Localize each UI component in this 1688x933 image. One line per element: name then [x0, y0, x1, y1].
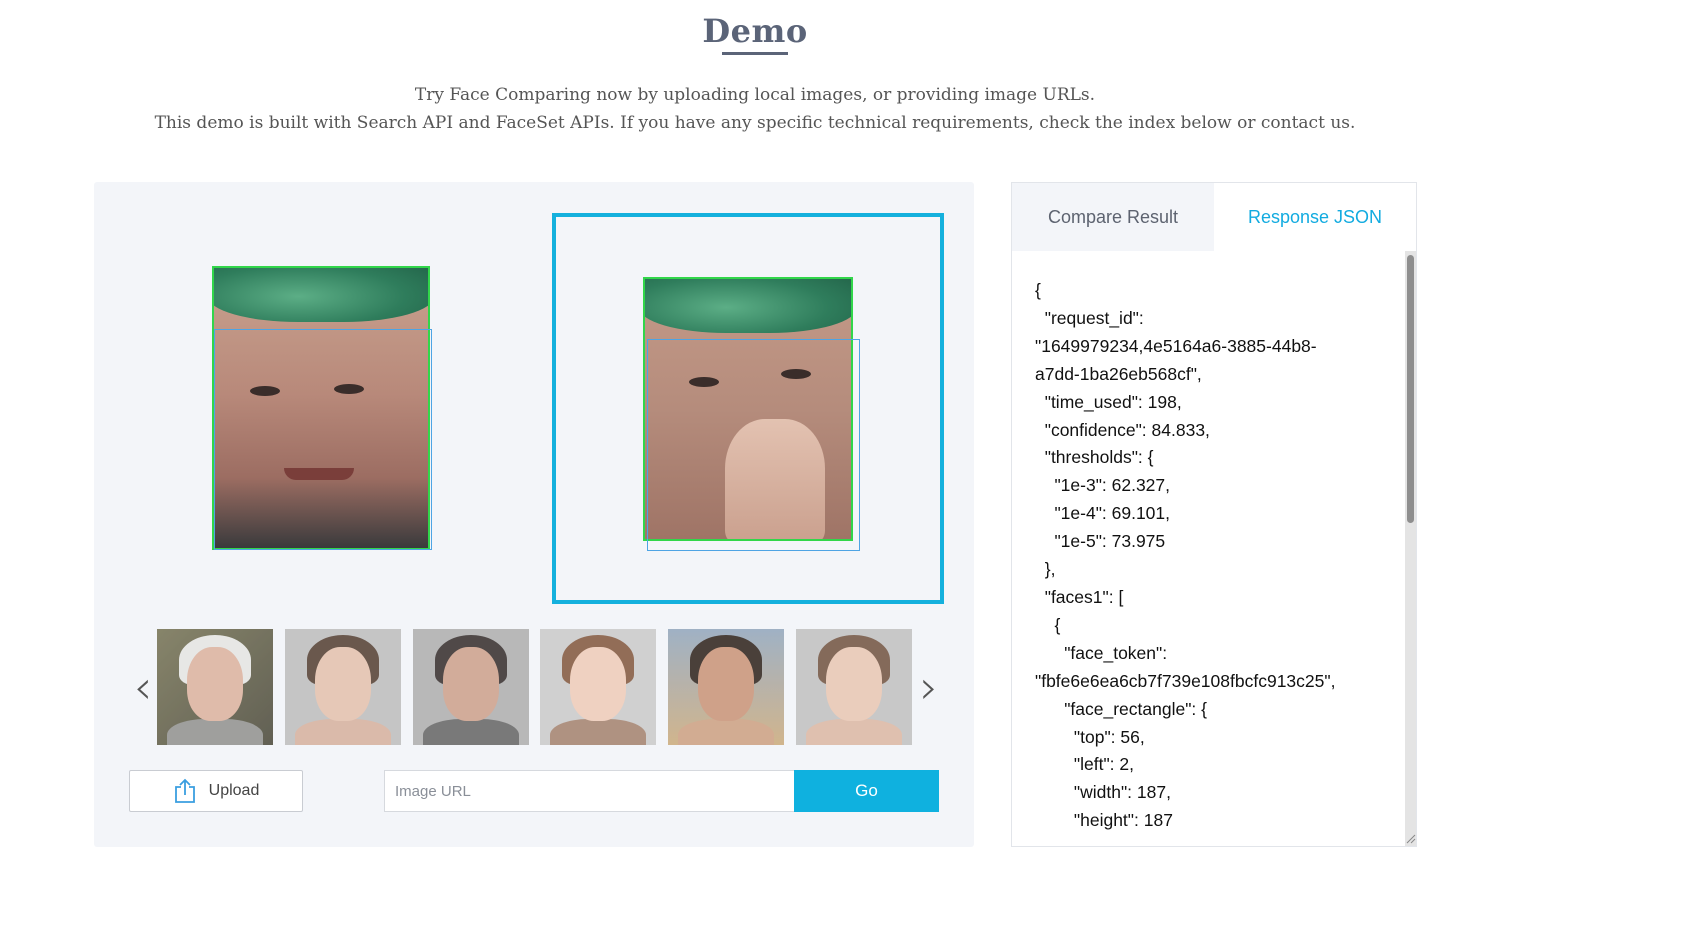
thumbnail-overlay — [668, 629, 784, 745]
thumbnail-overlay — [157, 629, 273, 745]
detected-face-box-1 — [214, 329, 432, 550]
json-line: "top": 56, — [1035, 726, 1145, 747]
thumbnail-overlay — [796, 629, 912, 745]
tab-response-json[interactable]: Response JSON — [1214, 183, 1416, 251]
thumbnail-6[interactable] — [796, 629, 912, 745]
face-compare-demo-page: Demo Try Face Comparing now by uploading… — [0, 0, 1688, 933]
green-hair-cap — [645, 279, 851, 333]
json-line: "left": 2, — [1035, 754, 1134, 775]
json-line: a7dd-1ba26eb568cf", — [1035, 363, 1202, 384]
detected-face-box-2 — [647, 339, 860, 551]
thumbnail-2[interactable] — [285, 629, 401, 745]
json-line: "fbfe6e6ea6cb7f739e108fbcfc913c25", — [1035, 670, 1336, 691]
result-tabs: Compare Result Response JSON — [1012, 183, 1416, 251]
chevron-left-icon[interactable]: ‹ — [128, 664, 158, 711]
thumbnail-overlay — [285, 629, 401, 745]
go-button[interactable]: Go — [794, 770, 939, 812]
thumbnail-1[interactable] — [157, 629, 273, 745]
thumbnail-overlay — [540, 629, 656, 745]
upload-icon — [174, 778, 195, 803]
json-line: { — [1035, 614, 1061, 635]
json-line: "height": 187 — [1035, 810, 1173, 831]
json-response-text: { "request_id": "1649979234,4e5164a6-3885… — [1035, 277, 1395, 835]
json-line: "confidence": 84.833, — [1035, 419, 1210, 440]
image-url-input[interactable] — [384, 770, 794, 812]
json-line: "width": 187, — [1035, 782, 1171, 803]
json-response-area[interactable]: { "request_id": "1649979234,4e5164a6-3885… — [1012, 251, 1416, 846]
green-hair-cap — [214, 268, 428, 322]
json-line: }, — [1035, 559, 1056, 580]
title-underline — [722, 52, 788, 55]
resize-grip-icon[interactable] — [1404, 832, 1416, 844]
thumbnail-3[interactable] — [413, 629, 529, 745]
json-line: "thresholds": { — [1035, 447, 1154, 468]
json-line: { — [1035, 280, 1041, 300]
json-line: "1e-4": 69.101, — [1035, 503, 1171, 524]
result-panel: Compare Result Response JSON { "request_… — [1011, 182, 1417, 847]
upload-button[interactable]: Upload — [129, 770, 303, 812]
json-line: "face_rectangle": { — [1035, 698, 1207, 719]
json-line: "time_used": 198, — [1035, 391, 1182, 412]
thumbnail-overlay — [413, 629, 529, 745]
json-line: "request_id": — [1035, 307, 1144, 328]
thumbnail-5[interactable] — [668, 629, 784, 745]
intro-line-2: This demo is built with Search API and F… — [154, 113, 1356, 133]
page-title: Demo — [702, 12, 808, 50]
scrollbar-thumb[interactable] — [1407, 255, 1414, 523]
json-line: "face_token": — [1035, 642, 1168, 663]
upload-label: Upload — [208, 782, 260, 799]
thumbnail-4[interactable] — [540, 629, 656, 745]
json-line: "faces1": [ — [1035, 586, 1124, 607]
chevron-right-icon[interactable]: › — [914, 664, 944, 711]
image-compare-panel: ‹ › Upload Image URL Go — [94, 182, 974, 847]
tab-compare-result[interactable]: Compare Result — [1012, 183, 1214, 251]
json-line: "1e-5": 73.975 — [1035, 531, 1166, 552]
json-line: "1649979234,4e5164a6-3885-44b8- — [1035, 335, 1317, 356]
json-line: "1e-3": 62.327, — [1035, 475, 1171, 496]
intro-line-1: Try Face Comparing now by uploading loca… — [414, 85, 1096, 105]
